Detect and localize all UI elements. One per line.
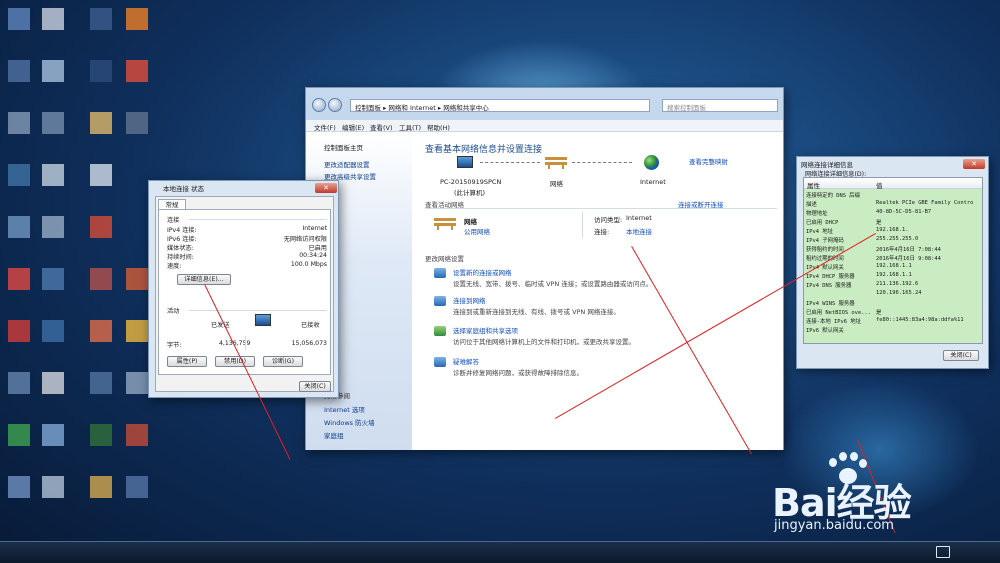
detail-row: IPv6 默认网关 <box>806 328 844 334</box>
network-type-link[interactable]: 公用网络 <box>464 226 490 236</box>
breadcrumb-item[interactable]: 网络和 Internet <box>388 104 435 112</box>
task-troubleshoot-link[interactable]: 疑难解答 <box>453 356 479 366</box>
bench-network-icon <box>434 216 456 230</box>
task-connect-link[interactable]: 连接到网络 <box>453 295 486 305</box>
task-troubleshoot-desc: 诊断并修复网络问题，或获得故障排除信息。 <box>453 369 583 377</box>
detail-row: IPv4 DNS 服务器 211.136.192.6 <box>806 281 919 289</box>
breadcrumb-item[interactable]: 网络和共享中心 <box>443 104 489 112</box>
network-tray-icon[interactable] <box>936 546 950 558</box>
task-new-connection-link[interactable]: 设置新的连接或网络 <box>453 267 512 277</box>
map-node-internet-label: Internet <box>640 178 666 186</box>
status-row: 持续时间: 00:34:24 <box>167 252 327 261</box>
status-row: IPv4 连接: Internet <box>167 225 327 234</box>
dialog-title: 网络连接详细信息 <box>801 161 853 169</box>
menu-view[interactable]: 查看(V) <box>370 122 393 132</box>
detail-row: 已启用 NetBIOS ove... 是 <box>806 310 882 316</box>
access-type-label: 访问类型: <box>594 216 623 224</box>
sidebar-adapter-settings[interactable]: 更改适配器设置 <box>324 159 370 169</box>
bytes-row: 字节: 4,136,759 15,056,073 <box>167 340 327 349</box>
task-homegroup-desc: 访问位于其他网络计算机上的文件和打印机，或更改共享设置。 <box>453 338 635 346</box>
globe-icon <box>644 155 659 170</box>
bench-network-icon <box>545 155 567 169</box>
detail-row: 物理地址 40-8D-5C-D5-81-B7 <box>806 209 932 217</box>
close-icon[interactable]: ✕ <box>963 159 985 169</box>
detail-row: 连接-本地 IPv6 地址 fe80::1445:83a4:98a:ddfa%11 <box>806 317 964 325</box>
close-button[interactable]: 关闭(C) <box>299 381 331 392</box>
detail-row: 获得租约的时间 2016年4月16日 7:08:44 <box>806 247 941 253</box>
taskbar <box>0 541 1000 563</box>
map-node-computer-label: PC-20150919SPCN <box>440 178 502 186</box>
sidebar-firewall[interactable]: Windows 防火墙 <box>324 417 375 427</box>
detail-row: 120.196.165.24 <box>876 290 922 296</box>
close-button[interactable]: 关闭(C) <box>943 350 979 361</box>
sidebar-control-panel-home[interactable]: 控制面板主页 <box>324 142 363 152</box>
menu-edit[interactable]: 编辑(E) <box>342 122 364 132</box>
map-node-computer-sub: (此计算机) <box>454 189 486 197</box>
new-connection-icon <box>434 268 446 278</box>
network-sharing-center-window: 控制面板 ▸ 网络和 Internet ▸ 网络和共享中心 搜索控制面板 文件(… <box>305 87 784 450</box>
properties-button[interactable]: 属性(P) <box>167 356 207 367</box>
search-input[interactable]: 搜索控制面板 <box>662 99 778 112</box>
watermark: Bai经验 jingyan.baidu.com <box>770 472 912 533</box>
computer-icon <box>457 156 473 168</box>
status-row: 媒体状态: 已启用 <box>167 245 327 252</box>
detail-row: 描述 Realtek PCIe GBE Family Contro <box>806 200 974 208</box>
detail-row: 连接特定的 DNS 后缀 <box>806 193 860 199</box>
detail-row: 已启用 DHCP 是 <box>806 220 882 226</box>
breadcrumb-item[interactable]: 控制面板 <box>355 104 381 112</box>
detail-row: IPv4 地址 192.168.1. <box>806 227 909 235</box>
menu-tools[interactable]: 工具(T) <box>399 122 421 132</box>
sidebar-homegroup[interactable]: 家庭组 <box>324 430 344 440</box>
received-label: 已接收 <box>301 322 320 329</box>
local-connection-link[interactable]: 本地连接 <box>626 226 652 236</box>
watermark-url: jingyan.baidu.com <box>774 518 894 533</box>
map-node-network-label: 网络 <box>550 180 563 188</box>
forward-button[interactable] <box>328 98 342 112</box>
network-activity-icon <box>255 314 271 326</box>
disable-button[interactable]: 禁用(D) <box>215 356 255 367</box>
menu-help[interactable]: 帮助(H) <box>427 122 450 132</box>
task-new-connection-desc: 设置无线、宽带、拨号、临时或 VPN 连接；或设置路由器或访问点。 <box>453 280 653 288</box>
main-content: 查看基本网络信息并设置连接 查看完整映射 PC-20150919SPCN (此计… <box>412 132 783 450</box>
troubleshoot-icon <box>434 357 446 367</box>
general-panel: 连接 IPv4 连接: Internet IPv6 连接: 无网络访问权限 媒体状态… <box>158 209 331 375</box>
back-button[interactable] <box>312 98 326 112</box>
close-icon[interactable]: ✕ <box>315 183 337 193</box>
desktop-icons-blurred <box>0 0 155 540</box>
task-homegroup-link[interactable]: 选择家庭组和共享选项 <box>453 325 518 335</box>
address-bar[interactable]: 控制面板 ▸ 网络和 Internet ▸ 网络和共享中心 <box>350 99 650 112</box>
connector-line <box>480 162 540 163</box>
menu-bar: 文件(F) 编辑(E) 查看(V) 工具(T) 帮助(H) <box>306 120 783 132</box>
connections-label: 连接: <box>594 228 610 236</box>
detail-row: IPv4 子网掩码 255.255.255.0 <box>806 236 919 244</box>
access-type-value: Internet <box>626 214 652 222</box>
dialog-title: 本地连接 状态 <box>163 185 205 193</box>
detail-row: IPv4 WINS 服务器 <box>806 301 855 307</box>
sent-label: 已发送 <box>211 322 230 329</box>
network-name: 网络 <box>464 218 477 226</box>
homegroup-icon <box>434 326 446 336</box>
menu-file[interactable]: 文件(F) <box>314 122 336 132</box>
change-settings-label: 更改网络设置 <box>425 255 464 263</box>
address-toolbar: 控制面板 ▸ 网络和 Internet ▸ 网络和共享中心 搜索控制面板 <box>312 96 780 120</box>
page-title: 查看基本网络信息并设置连接 <box>425 145 543 155</box>
sidebar-internet-options[interactable]: Internet 选项 <box>324 404 365 414</box>
view-full-map-link[interactable]: 查看完整映射 <box>689 156 728 166</box>
diagnose-button[interactable]: 诊断(G) <box>263 356 303 367</box>
detail-row: IPv4 默认网关 192.168.1.1 <box>806 263 912 271</box>
status-row: 速度: 100.0 Mbps <box>167 261 327 270</box>
detail-row: IPv4 DHCP 服务器 192.168.1.1 <box>806 272 912 280</box>
connector-line <box>572 162 632 163</box>
connect-network-icon <box>434 296 446 306</box>
status-row: IPv6 连接: 无网络访问权限 <box>167 236 327 243</box>
task-connect-desc: 连接到或重新连接到无线、有线、拨号或 VPN 网络连接。 <box>453 308 620 316</box>
